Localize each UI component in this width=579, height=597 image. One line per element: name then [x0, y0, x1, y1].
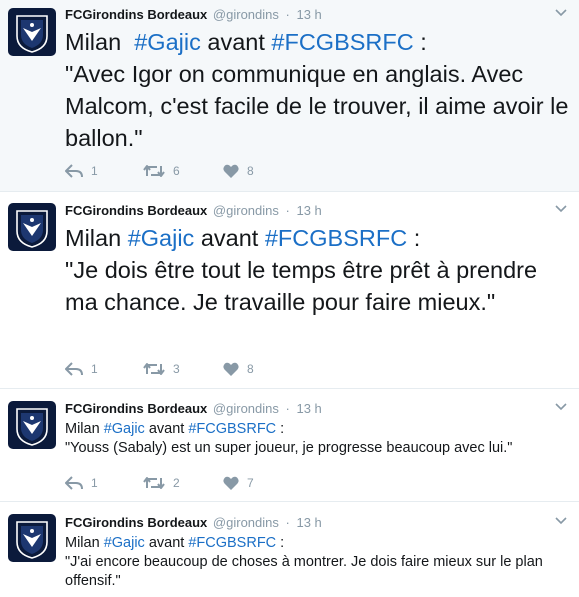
retweet-button[interactable]: 3	[143, 362, 223, 376]
heart-icon	[223, 476, 239, 490]
reply-icon	[65, 362, 83, 376]
reply-count: 1	[91, 476, 98, 490]
tweet-text: Milan #Gajic avant #FCGBSRFC : "Youss (S…	[65, 420, 569, 458]
text-start: Milan	[65, 225, 128, 251]
text-after: :	[413, 29, 427, 55]
author-handle[interactable]: @girondins	[213, 401, 279, 416]
tweet-header: FCGirondins Bordeaux @girondins · 13 h	[65, 203, 322, 218]
like-count: 8	[247, 362, 254, 376]
separator: ·	[285, 7, 290, 22]
retweet-count: 6	[173, 164, 180, 178]
retweet-button[interactable]: 2	[143, 476, 223, 490]
girondins-logo	[16, 210, 48, 248]
chevron-down-icon[interactable]	[553, 398, 569, 414]
avatar[interactable]	[8, 514, 56, 562]
text-mid: avant	[144, 421, 189, 437]
tweet[interactable]: FCGirondins Bordeaux @girondins · 13 h M…	[0, 502, 579, 597]
author-handle[interactable]: @girondins	[213, 515, 279, 530]
hashtag-link[interactable]: #Gajic	[128, 225, 195, 251]
reply-button[interactable]: 1	[65, 362, 143, 376]
text-mid: avant	[200, 29, 272, 55]
tweet-text: Milan #Gajic avant #FCGBSRFC : "Avec Igo…	[65, 26, 571, 154]
author-handle[interactable]: @girondins	[213, 7, 279, 22]
retweet-count: 3	[173, 362, 180, 376]
reply-button[interactable]: 1	[65, 164, 143, 178]
girondins-logo	[16, 408, 48, 446]
quote-text: "Je dois être tout le temps être prêt à …	[65, 257, 538, 315]
reply-icon	[65, 164, 83, 178]
separator: ·	[285, 401, 290, 416]
timestamp[interactable]: 13 h	[296, 515, 321, 530]
hashtag-link[interactable]: #Gajic	[104, 421, 145, 437]
text-start: Milan	[65, 29, 135, 55]
hashtag-link[interactable]: #Gajic	[134, 29, 201, 55]
tweet-text: Milan #Gajic avant #FCGBSRFC : "J'ai enc…	[65, 534, 569, 591]
like-count: 7	[247, 476, 254, 490]
tweet[interactable]: FCGirondins Bordeaux @girondins · 13 h M…	[0, 0, 579, 192]
author-name[interactable]: FCGirondins Bordeaux	[65, 203, 207, 218]
heart-icon	[223, 362, 239, 376]
like-button[interactable]: 8	[223, 362, 254, 376]
text-start: Milan	[65, 535, 104, 551]
timestamp[interactable]: 13 h	[296, 401, 321, 416]
retweet-icon	[143, 477, 165, 489]
avatar[interactable]	[8, 203, 56, 251]
hashtag-link[interactable]: #FCGBSRFC	[265, 225, 407, 251]
hashtag-link[interactable]: #FCGBSRFC	[188, 421, 276, 437]
timestamp[interactable]: 13 h	[296, 7, 321, 22]
reply-count: 1	[91, 362, 98, 376]
chevron-down-icon[interactable]	[553, 200, 569, 216]
text-mid: avant	[194, 225, 265, 251]
quote-text: "Avec Igor on communique en anglais. Ave…	[65, 61, 569, 151]
text-start: Milan	[65, 421, 104, 437]
retweet-icon	[143, 165, 165, 177]
tweet-actions: 1 2 7	[65, 476, 254, 490]
separator: ·	[285, 515, 290, 530]
like-button[interactable]: 8	[223, 164, 254, 178]
tweet-text: Milan #Gajic avant #FCGBSRFC : "Je dois …	[65, 222, 571, 318]
hashtag-link[interactable]: #FCGBSRFC	[188, 535, 276, 551]
author-handle[interactable]: @girondins	[213, 203, 279, 218]
reply-count: 1	[91, 164, 98, 178]
avatar[interactable]	[8, 401, 56, 449]
author-name[interactable]: FCGirondins Bordeaux	[65, 7, 207, 22]
girondins-logo	[16, 521, 48, 559]
avatar[interactable]	[8, 8, 56, 56]
tweet-header: FCGirondins Bordeaux @girondins · 13 h	[65, 7, 322, 22]
text-after: :	[276, 535, 285, 551]
retweet-icon	[143, 363, 165, 375]
hashtag-link[interactable]: #Gajic	[104, 535, 145, 551]
tweet[interactable]: FCGirondins Bordeaux @girondins · 13 h M…	[0, 389, 579, 502]
tweet-header: FCGirondins Bordeaux @girondins · 13 h	[65, 515, 322, 530]
tweet-actions: 1 3 8	[65, 362, 254, 376]
girondins-logo	[16, 15, 48, 53]
hashtag-link[interactable]: #FCGBSRFC	[271, 29, 413, 55]
quote-text: "J'ai encore beaucoup de choses à montre…	[65, 554, 543, 589]
reply-icon	[65, 476, 83, 490]
tweet-actions: 1 6 8	[65, 164, 254, 178]
tweet-header: FCGirondins Bordeaux @girondins · 13 h	[65, 401, 322, 416]
timestamp[interactable]: 13 h	[296, 203, 321, 218]
author-name[interactable]: FCGirondins Bordeaux	[65, 401, 207, 416]
retweet-count: 2	[173, 476, 180, 490]
retweet-button[interactable]: 6	[143, 164, 223, 178]
quote-text: "Youss (Sabaly) est un super joueur, je …	[65, 440, 513, 456]
author-name[interactable]: FCGirondins Bordeaux	[65, 515, 207, 530]
heart-icon	[223, 164, 239, 178]
reply-button[interactable]: 1	[65, 476, 143, 490]
text-after: :	[407, 225, 421, 251]
separator: ·	[285, 203, 290, 218]
chevron-down-icon[interactable]	[553, 512, 569, 528]
like-button[interactable]: 7	[223, 476, 254, 490]
like-count: 8	[247, 164, 254, 178]
tweet[interactable]: FCGirondins Bordeaux @girondins · 13 h M…	[0, 192, 579, 389]
text-mid: avant	[144, 535, 189, 551]
chevron-down-icon[interactable]	[553, 4, 569, 20]
text-after: :	[276, 421, 285, 437]
